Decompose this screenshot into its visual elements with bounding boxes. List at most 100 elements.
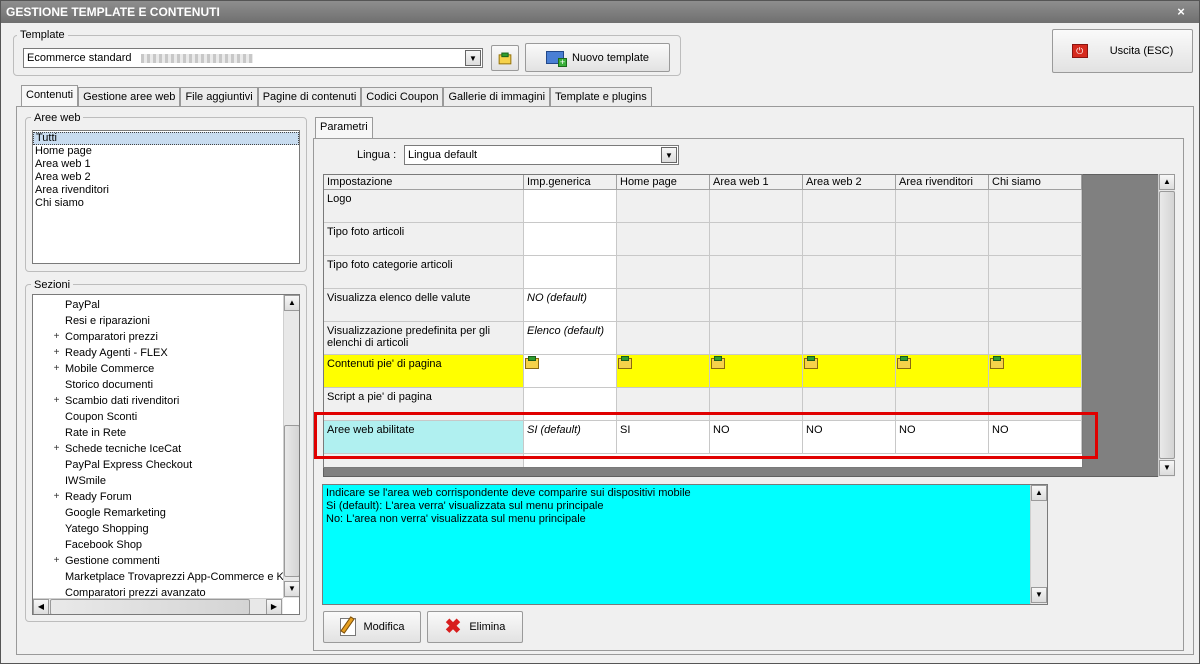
exit-button[interactable]: ⏻ Uscita (ESC) [1052, 29, 1193, 73]
grid-cell[interactable] [989, 223, 1082, 256]
scroll-down-icon[interactable]: ▼ [284, 581, 299, 597]
tree-item[interactable]: + Scambio dati rivenditori [33, 393, 283, 409]
grid-cell[interactable] [989, 190, 1082, 223]
scroll-up-icon[interactable]: ▲ [1031, 485, 1047, 501]
grid-cell[interactable] [989, 355, 1082, 388]
grid-cell[interactable] [524, 355, 617, 388]
list-item[interactable]: Area rivenditori [33, 184, 299, 197]
grid-cell[interactable] [989, 256, 1082, 289]
scroll-left-icon[interactable]: ◀ [33, 599, 49, 614]
aree-web-list[interactable]: Tutti Home page Area web 1 Area web 2 Ar… [32, 130, 300, 264]
tab-contenuti[interactable]: Contenuti [21, 85, 79, 106]
tab-pagine-di-contenuti[interactable]: Pagine di contenuti [257, 87, 362, 106]
grid-cell[interactable] [896, 256, 989, 289]
tree-item[interactable]: Storico documenti [33, 377, 283, 393]
row-setting-name[interactable]: Logo [324, 190, 524, 223]
grid-cell[interactable] [617, 190, 710, 223]
folder-icon[interactable] [897, 356, 911, 369]
expand-icon[interactable]: + [52, 332, 61, 342]
column-header[interactable]: Area web 1 [710, 175, 803, 190]
grid-cell[interactable] [803, 223, 896, 256]
tree-item[interactable]: Yatego Shopping [33, 521, 283, 537]
grid-cell[interactable] [710, 322, 803, 355]
grid-cell[interactable]: NO (default) [524, 289, 617, 322]
tree-item[interactable]: + Schede tecniche IceCat [33, 441, 283, 457]
grid-cell[interactable] [617, 289, 710, 322]
grid-cell[interactable] [710, 289, 803, 322]
expand-icon[interactable]: + [52, 396, 61, 406]
column-header[interactable]: Home page [617, 175, 710, 190]
tab-template-e-plugins[interactable]: Template e plugins [550, 87, 652, 106]
folder-icon[interactable] [804, 356, 818, 369]
column-header[interactable]: Chi siamo [989, 175, 1082, 190]
grid-cell[interactable] [617, 322, 710, 355]
expand-icon[interactable]: + [52, 348, 61, 358]
tree-item[interactable]: + Ready Agenti - FLEX [33, 345, 283, 361]
tree-item[interactable]: PayPal [33, 297, 283, 313]
tab-gestione-aree-web[interactable]: Gestione aree web [78, 87, 181, 106]
expand-icon[interactable]: + [52, 364, 61, 374]
grid-cell[interactable] [617, 355, 710, 388]
tree-item[interactable]: + Comparatori prezzi [33, 329, 283, 345]
scroll-right-icon[interactable]: ▶ [266, 599, 282, 614]
sezioni-hscroll[interactable]: ◀ ▶ [33, 598, 283, 614]
tree-item[interactable]: IWSmile [33, 473, 283, 489]
column-header[interactable]: Area web 2 [803, 175, 896, 190]
grid-cell[interactable] [803, 256, 896, 289]
list-item[interactable]: Tutti [33, 132, 299, 145]
grid-cell[interactable] [989, 289, 1082, 322]
grid-cell[interactable] [803, 322, 896, 355]
grid-cell[interactable] [803, 289, 896, 322]
folder-icon[interactable] [618, 356, 632, 369]
scroll-up-icon[interactable]: ▲ [1159, 174, 1175, 190]
tab-codici-coupon[interactable]: Codici Coupon [361, 87, 444, 106]
expand-icon[interactable]: + [52, 444, 61, 454]
tree-item[interactable]: Rate in Rete [33, 425, 283, 441]
expand-icon[interactable]: + [52, 492, 61, 502]
sezioni-vscroll[interactable]: ▲ ▼ [283, 295, 299, 598]
tab-gallerie-di-immagini[interactable]: Gallerie di immagini [443, 87, 551, 106]
tree-item[interactable]: Facebook Shop [33, 537, 283, 553]
description-box[interactable]: Indicare se l'area web corrispondente de… [322, 484, 1048, 605]
list-item[interactable]: Chi siamo [33, 197, 299, 210]
new-template-button[interactable]: + Nuovo template [525, 43, 670, 72]
tree-item[interactable]: PayPal Express Checkout [33, 457, 283, 473]
grid-cell[interactable] [896, 190, 989, 223]
grid-cell[interactable] [524, 223, 617, 256]
list-item[interactable]: Area web 2 [33, 171, 299, 184]
scroll-down-icon[interactable]: ▼ [1159, 460, 1175, 476]
scroll-up-icon[interactable]: ▲ [284, 295, 299, 311]
expand-icon[interactable]: + [52, 556, 61, 566]
grid-cell[interactable] [524, 256, 617, 289]
column-header[interactable]: Imp.generica [524, 175, 617, 190]
grid-cell[interactable] [617, 256, 710, 289]
grid-cell[interactable] [617, 223, 710, 256]
row-setting-name[interactable]: Visualizza elenco delle valute [324, 289, 524, 322]
list-item[interactable]: Home page [33, 145, 299, 158]
grid-cell[interactable] [896, 289, 989, 322]
folder-icon[interactable] [525, 356, 539, 369]
scroll-thumb[interactable] [284, 425, 299, 577]
row-setting-name[interactable]: Tipo foto articoli [324, 223, 524, 256]
tree-item[interactable]: Resi e riparazioni [33, 313, 283, 329]
tree-item[interactable]: + Gestione commenti [33, 553, 283, 569]
row-setting-name[interactable]: Visualizzazione predefinita per gli elen… [324, 322, 524, 355]
tree-item[interactable]: + Ready Forum [33, 489, 283, 505]
tab-parametri[interactable]: Parametri [315, 117, 373, 138]
elimina-button[interactable]: ✖ Elimina [427, 611, 523, 643]
tree-item[interactable]: Coupon Sconti [33, 409, 283, 425]
grid-cell[interactable] [989, 322, 1082, 355]
column-header[interactable]: Area rivenditori [896, 175, 989, 190]
grid-vscroll[interactable]: ▲ ▼ [1158, 174, 1175, 477]
column-header[interactable]: Impostazione [324, 175, 524, 190]
modifica-button[interactable]: Modifica [323, 611, 421, 643]
grid-cell[interactable] [896, 322, 989, 355]
scroll-down-icon[interactable]: ▼ [1031, 587, 1047, 603]
grid-cell[interactable] [896, 355, 989, 388]
tree-item[interactable]: Google Remarketing [33, 505, 283, 521]
folder-icon[interactable] [711, 356, 725, 369]
grid-cell[interactable] [803, 190, 896, 223]
grid-cell[interactable] [710, 355, 803, 388]
list-item[interactable]: Area web 1 [33, 158, 299, 171]
hscroll-thumb[interactable] [50, 599, 250, 614]
